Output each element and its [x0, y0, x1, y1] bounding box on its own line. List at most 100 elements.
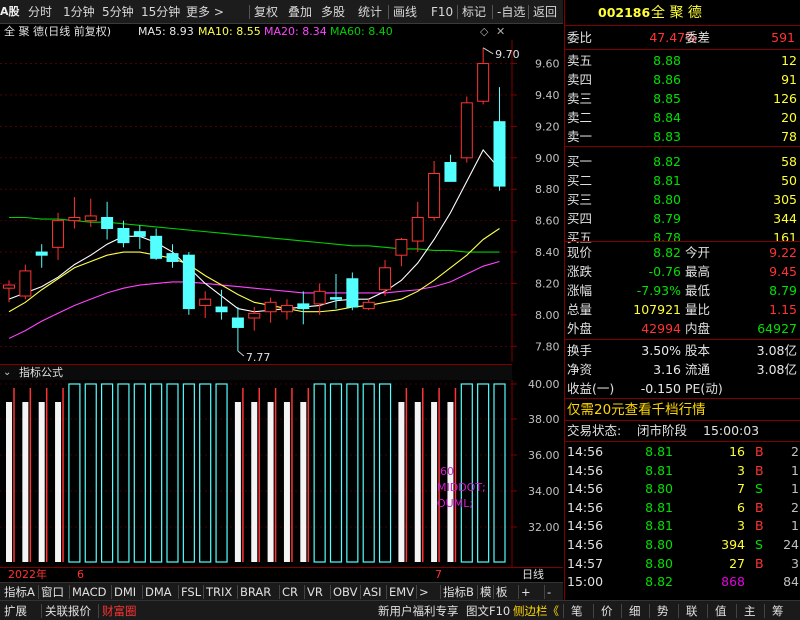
quote-tab-5[interactable]: 值 [715, 603, 727, 619]
period-label[interactable]: 日线 [522, 568, 544, 582]
indicator-tab-12[interactable]: EMV [389, 584, 414, 600]
quote-tab-3[interactable]: 势 [657, 603, 669, 619]
toolbar-item-1[interactable]: 1分钟 [63, 3, 95, 21]
candle[interactable] [379, 259, 392, 297]
toolbar-item-7[interactable]: 多股 [321, 3, 345, 21]
indicator-tab-11[interactable]: ASI [363, 584, 382, 600]
order-label: 卖四 [567, 72, 593, 87]
sidebar-tab[interactable]: 侧边栏《 [513, 603, 559, 619]
quote-tab-7[interactable]: 筹 [772, 603, 784, 619]
toolbar-item-5[interactable]: 复权 [254, 3, 278, 21]
quote-tab-2[interactable]: 细 [629, 603, 641, 619]
candle[interactable] [133, 225, 146, 249]
quote-tab-0[interactable]: 笔 [571, 603, 583, 619]
candle[interactable] [477, 47, 490, 105]
tab-separator [69, 585, 70, 599]
candle[interactable] [330, 274, 342, 309]
ask-row[interactable]: 卖五 8.88 12 [565, 52, 800, 70]
indicator-tab-5[interactable]: FSL [181, 584, 201, 600]
bid-row[interactable]: 买一 8.82 58 [565, 153, 800, 171]
bid-row[interactable]: 买三 8.80 305 [565, 191, 800, 209]
tick-row: 14:56 8.81 16 B 2 [565, 443, 800, 461]
indicator-tab-14[interactable]: 指标B [443, 584, 474, 600]
indicator-tab-6[interactable]: TRIX [206, 584, 232, 600]
toolbar-item-4[interactable]: 更多 > [186, 3, 224, 21]
weicha-value: 591 [771, 30, 795, 45]
close-icon[interactable]: ✕ [496, 24, 505, 40]
candle[interactable] [395, 237, 408, 267]
candle[interactable] [199, 291, 212, 319]
indicator-bar-cyan [117, 383, 130, 563]
tick-side: B [755, 462, 764, 478]
indicator-tab-15[interactable]: 模 [480, 584, 492, 600]
indicator-tab-1[interactable]: 窗口 [41, 584, 64, 600]
bottom-tab-1[interactable]: 关联报价 [45, 603, 91, 619]
indicator-tab-10[interactable]: OBV [333, 584, 357, 600]
candle[interactable] [19, 264, 32, 300]
toolbar-item-2[interactable]: 5分钟 [102, 3, 134, 21]
bottom-tab-2[interactable]: 财富圈 [102, 603, 137, 619]
toolbar-item-6[interactable]: 叠加 [288, 3, 312, 21]
toolbar-item-12[interactable]: -自选 [497, 3, 525, 21]
quote-tab-1[interactable]: 价 [601, 603, 613, 619]
candle[interactable] [150, 228, 163, 260]
ask-row[interactable]: 卖一 8.83 78 [565, 128, 800, 146]
indicator-tab-9[interactable]: VR [307, 584, 323, 600]
quote-tab-6[interactable]: 主 [744, 603, 756, 619]
toolbar-item-9[interactable]: 画线 [393, 3, 417, 21]
toolbar-item-8[interactable]: 统计 [358, 3, 382, 21]
candle[interactable] [101, 201, 114, 240]
f10-tab[interactable]: 图文F10 [466, 603, 510, 619]
bid-row[interactable]: 买四 8.79 344 [565, 210, 800, 228]
indicator-tab-16[interactable]: 板 [496, 584, 508, 600]
tick-side: B [755, 499, 764, 515]
chevron-down-icon[interactable]: ⌄ [3, 365, 11, 380]
weibi-label: 委比 [567, 30, 593, 45]
candle[interactable] [411, 201, 424, 253]
toolbar-item-11[interactable]: 标记 [462, 3, 486, 21]
candle[interactable] [231, 307, 244, 352]
candle[interactable] [297, 291, 310, 325]
candle[interactable] [346, 272, 359, 311]
indicator-tab-13[interactable]: > [419, 584, 429, 600]
diamond-icon[interactable]: ◇ [480, 24, 488, 40]
bottom-tab-0[interactable]: 扩展 [4, 603, 27, 619]
toolbar-item-13[interactable]: 返回 [533, 3, 557, 21]
quote-tab-4[interactable]: 联 [686, 603, 698, 619]
toolbar-item-0[interactable]: 分时 [28, 3, 52, 21]
order-volume: 50 [781, 173, 797, 188]
indicator-tab-2[interactable]: MACD [72, 584, 106, 600]
indicator-tab-0[interactable]: 指标A [4, 584, 35, 600]
toolbar-item-3[interactable]: 15分钟 [141, 3, 180, 21]
candle[interactable] [493, 87, 506, 191]
ask-row[interactable]: 卖三 8.85 126 [565, 90, 800, 108]
candle[interactable] [182, 252, 195, 315]
toolbar-item-10[interactable]: F10 [431, 3, 453, 21]
indicator-tab-7[interactable]: BRAR [240, 584, 271, 600]
chart-title[interactable]: 全 聚 德(日线 前复权) [4, 24, 111, 40]
candle[interactable] [35, 244, 48, 268]
ask-row[interactable]: 卖四 8.86 91 [565, 71, 800, 89]
candle[interactable] [264, 297, 277, 323]
indicator-chart[interactable]: 40.00 38.00 36.00 34.00 32.00 60 MIDDOT; OUML; [0, 380, 563, 567]
candle[interactable] [166, 244, 179, 268]
kline-chart[interactable]: 9.60 9.40 9.20 9.00 8.80 8.60 8.40 8.20 8.00 7.80… [0, 40, 563, 362]
promo-tab[interactable]: 新用户福利专享 [378, 603, 459, 619]
indicator-title[interactable]: 指标公式 [19, 365, 63, 380]
candle[interactable] [313, 283, 326, 315]
indicator-tab-18[interactable]: - [547, 584, 551, 600]
candle[interactable] [68, 197, 81, 229]
indicator-tab-3[interactable]: DMI [114, 584, 136, 600]
candle[interactable] [428, 160, 441, 221]
bid-row[interactable]: 买二 8.81 50 [565, 172, 800, 190]
promo-text[interactable]: 仅需20元查看千档行情 [567, 401, 706, 419]
indicator-tab-4[interactable]: DMA [145, 584, 172, 600]
indicator-tab-17[interactable]: + [521, 584, 531, 600]
ask-row[interactable]: 卖二 8.84 20 [565, 109, 800, 127]
candle[interactable] [280, 299, 293, 320]
promo-row[interactable]: 仅需20元查看千档行情 [565, 401, 800, 419]
candle[interactable] [460, 96, 473, 163]
candle[interactable] [362, 299, 375, 311]
candle[interactable] [444, 154, 457, 182]
indicator-tab-8[interactable]: CR [282, 584, 298, 600]
